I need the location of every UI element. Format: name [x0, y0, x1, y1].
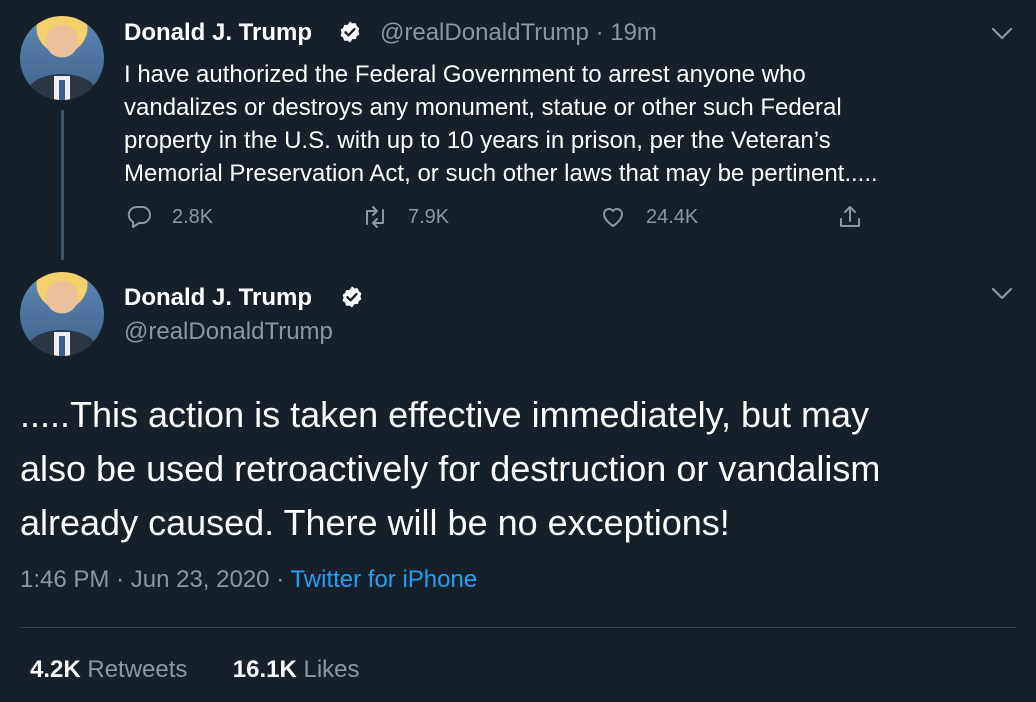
likes-label: Likes	[303, 656, 360, 683]
separator-dot: ·	[276, 566, 285, 593]
chevron-down-icon[interactable]	[991, 287, 1013, 301]
likes-stat[interactable]: 16.1K Likes	[233, 656, 360, 683]
tweet-time[interactable]: 1:46 PM	[20, 566, 109, 593]
tweet-text-line: Memorial Preservation Act, or such other…	[124, 160, 878, 187]
retweet-button[interactable]: 7.9K	[362, 204, 449, 230]
retweet-count: 4.2K	[30, 656, 81, 683]
tweet-source-link[interactable]: Twitter for iPhone	[290, 566, 477, 593]
retweet-icon	[366, 206, 384, 228]
tweet-handle-time: @realDonaldTrump · 19m	[380, 19, 657, 47]
author-handle[interactable]: @realDonaldTrump	[124, 318, 333, 346]
retweet-count: 7.9K	[408, 205, 450, 228]
tweet-date[interactable]: Jun 23, 2020	[131, 566, 270, 593]
tweet-text: I have authorized the Federal Government…	[124, 58, 1004, 190]
chevron-down-icon[interactable]	[991, 27, 1013, 41]
thread-connector-line	[61, 110, 64, 260]
tweet-text-line: I have authorized the Federal Government…	[124, 61, 806, 88]
verified-badge-icon	[340, 21, 360, 43]
divider	[20, 627, 1016, 628]
heart-icon	[603, 208, 623, 227]
like-count: 16.1K	[232, 656, 297, 683]
tweet-text-line: .....This action is taken effective imme…	[20, 394, 870, 435]
separator-dot: ·	[595, 19, 604, 46]
retweets-stat[interactable]: 4.2K Retweets	[30, 656, 187, 683]
main-tweet-text: .....This action is taken effective imme…	[20, 388, 1020, 550]
author-name[interactable]: Donald J. Trump	[124, 284, 312, 312]
author-name[interactable]: Donald J. Trump	[124, 19, 312, 47]
tweet-text-line: also be used retroactively for destructi…	[20, 448, 881, 489]
like-count: 24.4K	[646, 205, 699, 228]
separator-dot: ·	[116, 566, 125, 593]
avatar[interactable]	[20, 16, 104, 100]
reply-icon	[127, 206, 151, 228]
tweet-text-line: already caused. There will be no excepti…	[20, 502, 730, 543]
like-button[interactable]: 24.4K	[600, 204, 698, 230]
share-button[interactable]	[837, 204, 883, 230]
tweet-metadata: 1:46 PM · Jun 23, 2020 · Twitter for iPh…	[20, 566, 477, 594]
verified-badge-icon	[342, 286, 362, 308]
tweet-text-line: property in the U.S. with up to 10 years…	[124, 127, 831, 154]
avatar[interactable]	[20, 272, 104, 356]
reply-button[interactable]: 2.8K	[126, 204, 213, 230]
share-icon	[840, 206, 860, 227]
reply-count: 2.8K	[172, 205, 214, 228]
tweet-time[interactable]: 19m	[610, 19, 657, 46]
tweet-stats: 4.2K Retweets 16.1K Likes	[30, 656, 360, 684]
retweets-label: Retweets	[87, 656, 188, 683]
tweet-text-line: vandalizes or destroys any monument, sta…	[124, 94, 842, 121]
author-handle[interactable]: @realDonaldTrump	[380, 19, 589, 46]
